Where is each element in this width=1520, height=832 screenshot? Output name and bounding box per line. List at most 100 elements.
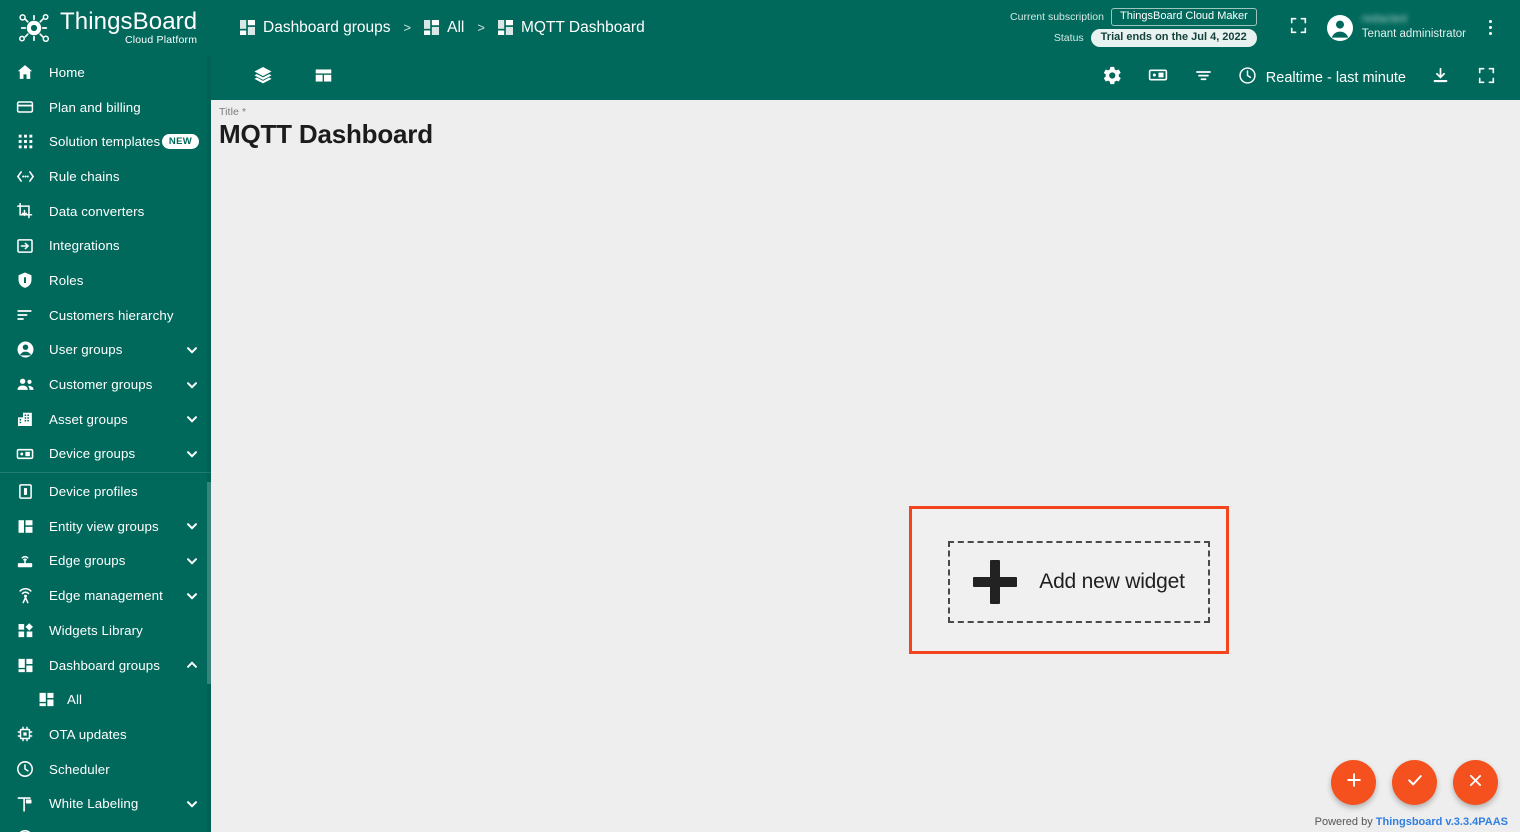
- chevron-up-icon: [185, 658, 199, 672]
- credit-card-icon: [15, 97, 35, 117]
- manage-devices-button[interactable]: [1138, 58, 1178, 98]
- sidebar-item-rule-chains[interactable]: Rule chains: [0, 159, 211, 194]
- current-subscription-label: Current subscription: [1010, 11, 1104, 23]
- sidebar-item-integrations[interactable]: Integrations: [0, 228, 211, 263]
- breadcrumb-item-mqtt-dashboard[interactable]: MQTT Dashboard: [497, 18, 645, 37]
- sidebar-item-roles[interactable]: Roles: [0, 263, 211, 298]
- chip-icon: [15, 724, 35, 744]
- thingsboard-version-link[interactable]: Thingsboard v.3.3.4PAAS: [1376, 816, 1508, 828]
- sidebar-item-device-groups[interactable]: Device groups: [0, 437, 211, 472]
- powered-by-prefix: Powered by: [1314, 816, 1373, 828]
- sidebar-item-label: Edge groups: [49, 553, 126, 569]
- sidebar-item-white-labeling[interactable]: White Labeling: [0, 786, 211, 821]
- data-converters-icon: [15, 201, 35, 221]
- subscription-info: Current subscription ThingsBoard Cloud M…: [1010, 8, 1257, 47]
- download-icon: [1431, 66, 1450, 90]
- more-vertical-icon: [1488, 20, 1492, 35]
- dashboard-settings-button[interactable]: [1092, 58, 1132, 98]
- apply-fab[interactable]: [1392, 760, 1437, 805]
- sidebar-item-customers-hierarchy[interactable]: Customers hierarchy: [0, 298, 211, 333]
- sidebar-item-label: Home: [49, 64, 85, 80]
- breadcrumb-label: MQTT Dashboard: [520, 18, 645, 36]
- more-options-button[interactable]: [1470, 8, 1510, 48]
- brand-logo[interactable]: ThingsBoard Cloud Platform: [0, 0, 211, 55]
- status-row: Status Trial ends on the Jul 4, 2022: [1054, 29, 1257, 47]
- dashboards-grid-icon: [36, 690, 56, 710]
- breadcrumb: Dashboard groups > All > MQTT Dashboard: [240, 19, 645, 37]
- sidebar-item-user-groups[interactable]: User groups: [0, 333, 211, 368]
- dashboard-fullscreen-button[interactable]: [1466, 58, 1506, 98]
- edge-router-icon: [15, 551, 35, 571]
- sidebar-item-entity-view-groups[interactable]: Entity view groups: [0, 509, 211, 544]
- sidebar-item-label: All: [67, 692, 83, 708]
- thingsboard-bug-logo-icon: [14, 8, 54, 48]
- sidebar-item-edge-groups[interactable]: Edge groups: [0, 544, 211, 579]
- people-icon: [15, 375, 35, 395]
- user-menu[interactable]: redacted Tenant administrator: [1326, 13, 1466, 41]
- apps-grid-icon: [15, 132, 35, 152]
- widgets-icon: [15, 620, 35, 640]
- sidebar-item-widgets-library[interactable]: Widgets Library: [0, 613, 211, 648]
- layouts-button[interactable]: [303, 58, 343, 98]
- dashboards-grid-icon: [497, 20, 513, 35]
- breadcrumb-item-dashboard-groups[interactable]: Dashboard groups: [240, 19, 391, 37]
- top-bar: ThingsBoard Cloud Platform Dashboard gro…: [0, 0, 1520, 55]
- hierarchy-icon: [15, 305, 35, 325]
- gear-icon: [1102, 66, 1121, 90]
- sidebar-item-label: Rule chains: [49, 168, 120, 184]
- sidebar-item-label: Customers hierarchy: [49, 307, 174, 323]
- brand-name: ThingsBoard: [60, 7, 198, 35]
- check-icon: [1405, 770, 1425, 795]
- sidebar-item-data-converters[interactable]: Data converters: [0, 194, 211, 229]
- sidebar-item-all[interactable]: All: [0, 682, 211, 717]
- dashboard-title-block: Title *: [211, 100, 1520, 150]
- home-icon: [15, 62, 35, 82]
- layout-icon: [314, 66, 333, 90]
- account-circle-icon: [1326, 14, 1353, 41]
- sidebar-item-plan-and-billing[interactable]: Plan and billing: [0, 90, 211, 125]
- sidebar-item-label: Edge management: [49, 588, 163, 604]
- sidebar-item-label: Dashboard groups: [49, 657, 161, 673]
- new-badge: NEW: [161, 134, 199, 150]
- add-new-widget-button[interactable]: Add new widget: [948, 541, 1210, 623]
- export-dashboard-button[interactable]: [1420, 58, 1460, 98]
- sidebar-item-customer-groups[interactable]: Customer groups: [0, 367, 211, 402]
- sidebar-item-dashboard-groups[interactable]: Dashboard groups: [0, 648, 211, 683]
- dashboards-grid-icon: [15, 655, 35, 675]
- fullscreen-toggle-button[interactable]: [1279, 8, 1319, 48]
- user-role: Tenant administrator: [1361, 28, 1466, 41]
- rule-chains-icon: [15, 166, 35, 186]
- sidebar-item-asset-groups[interactable]: Asset groups: [0, 402, 211, 437]
- chevron-down-icon: [185, 343, 199, 357]
- building-icon: [15, 409, 35, 429]
- time-window-button[interactable]: Realtime - last minute: [1230, 62, 1414, 93]
- sidebar-item-solution-templates[interactable]: Solution templates NEW: [0, 124, 211, 159]
- sidebar-item-scheduler[interactable]: Scheduler: [0, 752, 211, 787]
- sidebar-item-label: Device groups: [49, 446, 136, 462]
- entity-view-icon: [15, 516, 35, 536]
- chevron-down-icon: [185, 519, 199, 533]
- current-subscription-value: ThingsBoard Cloud Maker: [1111, 8, 1257, 26]
- filters-button[interactable]: [1184, 58, 1224, 98]
- sidebar-item-audit-logs[interactable]: Audit Logs: [0, 821, 211, 832]
- sidebar-item-label: Plan and billing: [49, 99, 141, 115]
- sidebar-item-label: OTA updates: [49, 726, 127, 742]
- chevron-down-icon: [185, 378, 199, 392]
- sidebar-item-label: Roles: [49, 272, 84, 288]
- states-button[interactable]: [243, 58, 283, 98]
- sidebar-item-label: Scheduler: [49, 761, 110, 777]
- dashboard-toolbar-left: [243, 58, 343, 98]
- sidebar-item-label: Solution templates: [49, 134, 161, 150]
- cancel-fab[interactable]: [1453, 760, 1498, 805]
- sidebar-item-edge-management[interactable]: Edge management: [0, 578, 211, 613]
- device-profile-icon: [15, 482, 35, 502]
- sidebar-item-label: Device profiles: [49, 484, 138, 500]
- filter-icon: [1194, 66, 1213, 90]
- sidebar-item-home[interactable]: Home: [0, 55, 211, 90]
- add-fab[interactable]: [1331, 760, 1376, 805]
- status-badge: Trial ends on the Jul 4, 2022: [1090, 29, 1257, 47]
- breadcrumb-item-all[interactable]: All: [424, 19, 464, 37]
- sidebar-item-ota-updates[interactable]: OTA updates: [0, 717, 211, 752]
- sidebar-item-device-profiles[interactable]: Device profiles: [0, 474, 211, 509]
- dashboard-title-input[interactable]: [219, 119, 839, 150]
